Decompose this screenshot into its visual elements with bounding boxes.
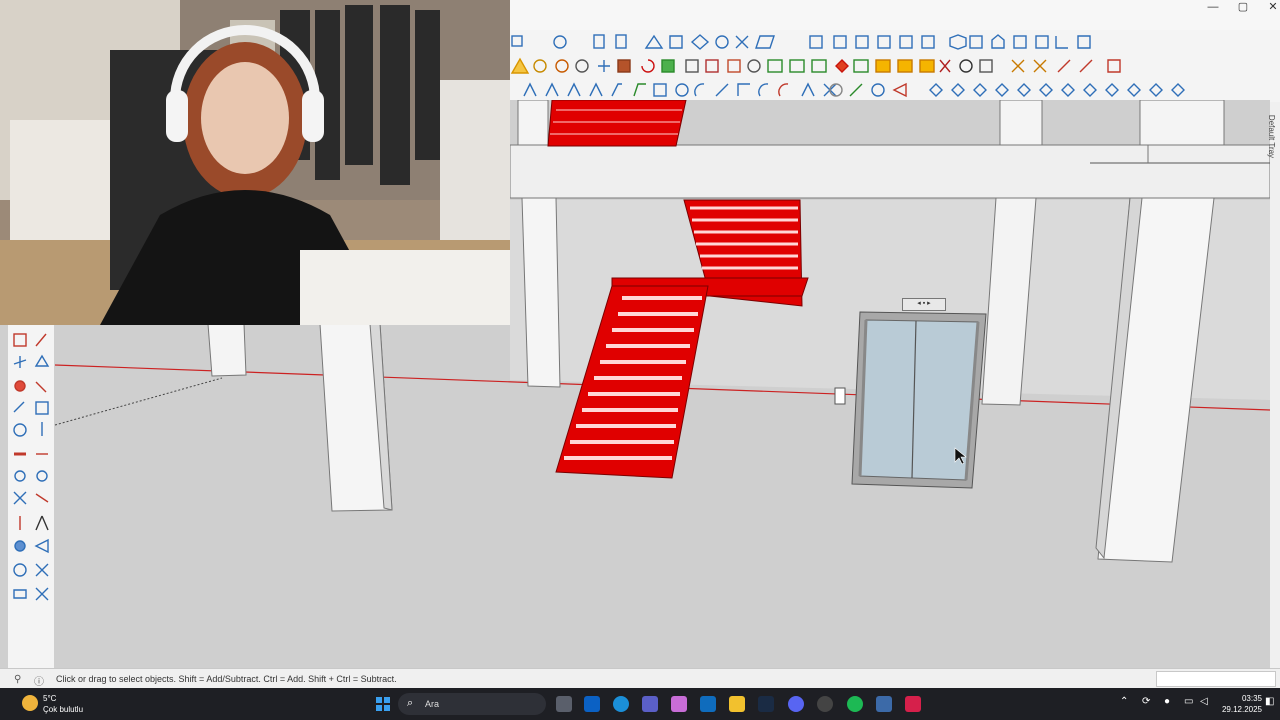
- geolocation-icon[interactable]: ⚲: [14, 674, 21, 685]
- sketchup-icon[interactable]: [876, 696, 892, 712]
- weather-temp: 5°C: [43, 694, 57, 703]
- windows-taskbar: 5°C Çok bulutlu ⌕ Ara ⌃ ⟳ ● ▭ ◁ 03:35 29…: [0, 688, 1280, 720]
- steam-icon[interactable]: [758, 696, 774, 712]
- toolbar-icons-row-3[interactable]: [510, 78, 1280, 102]
- measurements-box[interactable]: [1156, 671, 1276, 687]
- status-bar: ⚲ ⓘ Click or drag to select objects. Shi…: [0, 668, 1280, 689]
- webcam-overlay: [0, 0, 510, 325]
- network-icon[interactable]: ▭: [1184, 696, 1193, 707]
- toolbar-row-1: [510, 30, 1280, 54]
- app-icon[interactable]: [905, 696, 921, 712]
- start-button[interactable]: [376, 697, 390, 711]
- weather-icon[interactable]: [22, 695, 38, 711]
- elevator-call-button[interactable]: [834, 387, 846, 405]
- copilot-icon[interactable]: [671, 696, 687, 712]
- weather-desc: Çok bulutlu: [43, 705, 84, 714]
- toolbar-icons-row-1[interactable]: [510, 30, 1280, 54]
- discord-icon[interactable]: [788, 696, 804, 712]
- store-icon[interactable]: [584, 696, 600, 712]
- sync-icon[interactable]: ⟳: [1142, 696, 1150, 707]
- title-bar: — ▢ ✕: [510, 0, 1280, 30]
- edge-icon[interactable]: [613, 696, 629, 712]
- spotify-icon[interactable]: [847, 696, 863, 712]
- file-explorer-icon[interactable]: [729, 696, 745, 712]
- clock-date[interactable]: 29.12.2025: [1212, 705, 1262, 714]
- close-button[interactable]: ✕: [1258, 0, 1280, 16]
- clock-time[interactable]: 03:35: [1222, 694, 1262, 703]
- tray-chevron-icon[interactable]: ⌃: [1120, 696, 1128, 707]
- volume-icon[interactable]: ◁: [1200, 696, 1208, 707]
- toolbar-row-2: [510, 54, 1280, 78]
- webcam-image: [0, 0, 510, 325]
- info-icon[interactable]: ⓘ: [34, 673, 44, 688]
- sketchup-window: — ▢ ✕ ◂ ▪ ▸ Default Tray ⚲ ⓘ Click or dr…: [0, 0, 1280, 720]
- search-icon: ⌕: [407, 697, 414, 709]
- outlook-icon[interactable]: [700, 696, 716, 712]
- status-hint: Click or drag to select objects. Shift =…: [56, 674, 397, 684]
- mic-icon[interactable]: ●: [1164, 696, 1170, 707]
- tool-palette-icons[interactable]: [8, 324, 54, 669]
- search-placeholder: Ara: [425, 699, 440, 709]
- obs-icon[interactable]: [817, 696, 833, 712]
- elevator-sign: ◂ ▪ ▸: [902, 298, 946, 311]
- minimize-button[interactable]: —: [1198, 0, 1228, 16]
- maximize-button[interactable]: ▢: [1228, 0, 1258, 16]
- default-tray-tab[interactable]: Default Tray: [1267, 102, 1280, 662]
- toolbar-icons-row-2[interactable]: [510, 54, 1280, 78]
- teams-icon[interactable]: [642, 696, 658, 712]
- default-tray-label: Default Tray: [1267, 114, 1277, 159]
- taskbar-search[interactable]: ⌕ Ara: [398, 693, 546, 715]
- task-view-icon[interactable]: [556, 696, 572, 712]
- left-tool-palette: [8, 324, 54, 669]
- elevator[interactable]: [851, 311, 987, 489]
- toolbar-row-3: [510, 78, 1280, 102]
- notification-icon[interactable]: ◧: [1265, 696, 1274, 707]
